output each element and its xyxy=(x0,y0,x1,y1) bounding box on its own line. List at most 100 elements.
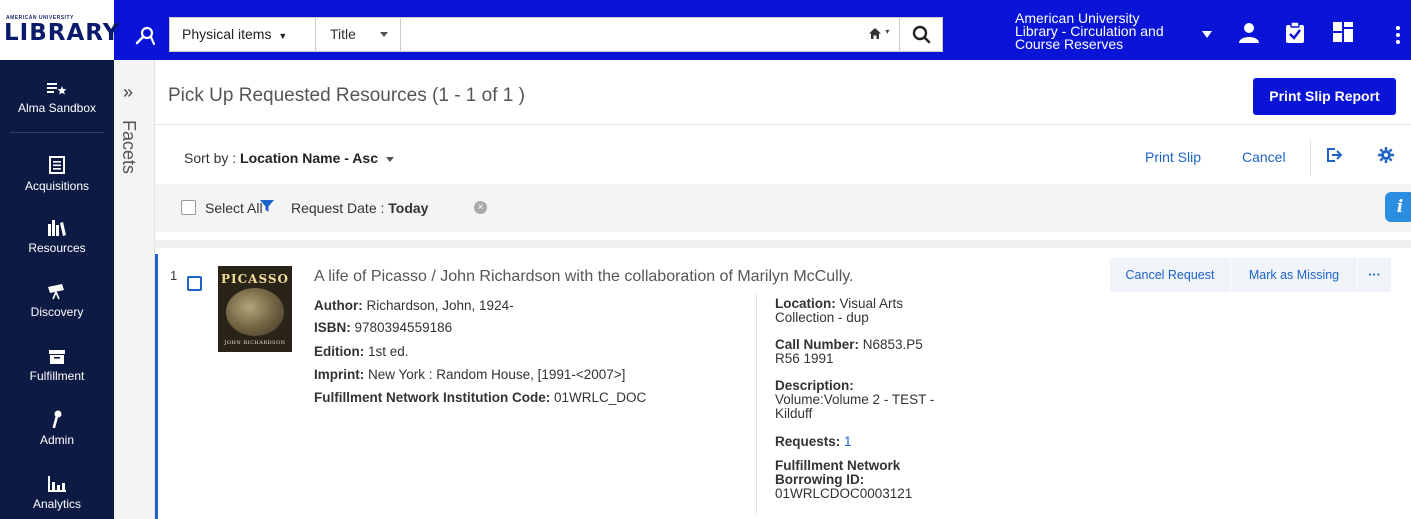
home-scope-button[interactable]: ▾ xyxy=(862,18,898,51)
edition-value: 1st ed. xyxy=(364,344,409,359)
search-button[interactable] xyxy=(899,18,943,51)
book-cover-thumbnail[interactable]: PICASSO JOHN RICHARDSON xyxy=(218,266,292,352)
ledger-icon xyxy=(49,156,65,174)
call-number-label: Call Number: xyxy=(775,337,860,352)
isbn-label: ISBN: xyxy=(314,320,351,335)
more-menu-icon[interactable] xyxy=(1396,26,1400,47)
books-icon xyxy=(48,220,66,236)
cover-title: PICASSO xyxy=(220,272,290,286)
nav-label: Analytics xyxy=(32,497,82,511)
requests-field: Requests: 1 xyxy=(775,435,935,449)
row-index: 1 xyxy=(170,268,178,283)
imprint-label: Imprint: xyxy=(314,367,365,382)
top-bar: AMERICAN UNIVERSITY LIBRARY Physical ite… xyxy=(0,0,1411,60)
borrowing-id-label: Fulfillment Network Borrowing ID: xyxy=(775,458,901,487)
caret-down-icon: ▼ xyxy=(278,31,288,41)
nav-item-analytics[interactable]: Analytics xyxy=(0,476,114,511)
author-label: Author: xyxy=(314,298,363,313)
results-spacer xyxy=(155,240,1411,248)
archive-box-icon xyxy=(49,350,65,364)
nav-item-alma-sandbox[interactable]: Alma Sandbox xyxy=(0,82,114,115)
institution-name[interactable]: American University Library - Circulatio… xyxy=(1015,11,1185,51)
library-logo[interactable]: AMERICAN UNIVERSITY LIBRARY xyxy=(0,0,119,60)
persistent-search-icon[interactable] xyxy=(134,26,156,51)
nav-label: Fulfillment xyxy=(29,369,85,383)
mark-as-missing-button[interactable]: Mark as Missing xyxy=(1231,258,1357,292)
facets-label[interactable]: Facets xyxy=(118,120,139,174)
isbn-value: 9780394559186 xyxy=(350,320,453,335)
info-icon[interactable]: i xyxy=(1385,192,1411,222)
cancel-link[interactable]: Cancel xyxy=(1242,149,1286,165)
location-field: Location: Visual Arts Collection - dup xyxy=(775,297,935,325)
nav-item-fulfillment[interactable]: Fulfillment xyxy=(0,350,114,383)
facets-panel: » Facets xyxy=(114,60,155,519)
nav-divider xyxy=(10,132,104,133)
institution-code-field: Fulfillment Network Institution Code: 01… xyxy=(314,390,646,406)
logo-big-text: LIBRARY xyxy=(4,20,121,46)
imprint-value: New York : Random House, [1991-<2007>] xyxy=(364,367,626,382)
nav-item-admin[interactable]: Admin xyxy=(0,410,114,447)
search-scope-dropdown[interactable]: Physical items ▼ xyxy=(170,18,316,51)
caret-down-icon: ▾ xyxy=(885,27,890,36)
clear-filter-icon[interactable]: × xyxy=(474,201,487,214)
chevron-down-icon[interactable] xyxy=(1202,31,1212,38)
page-title: Pick Up Requested Resources (1 - 1 of 1 … xyxy=(168,85,525,106)
location-label: Location: xyxy=(775,296,836,311)
chevron-down-icon xyxy=(380,32,388,37)
expand-facets-icon[interactable]: » xyxy=(123,82,133,103)
search-field-dropdown[interactable]: Title xyxy=(316,18,401,51)
nav-label: Discovery xyxy=(30,305,84,319)
widgets-grid-icon[interactable] xyxy=(1333,22,1353,47)
nav-label: Resources xyxy=(28,241,86,255)
more-actions-button[interactable]: ··· xyxy=(1358,258,1391,292)
divider xyxy=(155,124,1411,125)
request-date-filter: Request Date : Today xyxy=(291,200,428,216)
home-icon xyxy=(869,28,881,39)
cover-author: JOHN RICHARDSON xyxy=(224,340,286,346)
left-nav: Alma Sandbox Acquisitions Resources Disc… xyxy=(0,60,114,519)
nav-item-discovery[interactable]: Discovery xyxy=(0,284,114,319)
select-all-label[interactable]: Select All xyxy=(205,200,263,216)
search-input[interactable] xyxy=(401,18,861,51)
toolbar-divider xyxy=(1310,140,1311,176)
description-field: Description: Volume:Volume 2 - TEST - Kil… xyxy=(775,379,935,421)
print-slip-link[interactable]: Print Slip xyxy=(1145,149,1201,165)
edition-field: Edition: 1st ed. xyxy=(314,344,409,360)
clipboard-check-icon[interactable] xyxy=(1285,21,1305,49)
search-bar: Physical items ▼ Title ▾ xyxy=(169,17,943,52)
imprint-field: Imprint: New York : Random House, [1991-… xyxy=(314,367,625,383)
isbn-field: ISBN: 9780394559186 xyxy=(314,320,452,336)
user-icon[interactable] xyxy=(1238,22,1260,49)
author-value: Richardson, John, 1924- xyxy=(362,298,514,313)
nav-label: Acquisitions xyxy=(24,179,90,193)
nav-item-acquisitions[interactable]: Acquisitions xyxy=(0,156,114,193)
sort-dropdown[interactable]: Sort by : Location Name - Asc xyxy=(184,150,394,166)
search-field-label: Title xyxy=(330,26,356,42)
select-all-checkbox[interactable] xyxy=(181,200,196,215)
call-number-field: Call Number: N6853.P5 R56 1991 xyxy=(775,338,935,366)
description-value: Volume:Volume 2 - TEST - Kilduff xyxy=(775,392,935,421)
export-icon[interactable] xyxy=(1326,147,1343,168)
borrowing-id-value: 01WRLCDOC0003121 xyxy=(775,486,913,501)
print-slip-report-button[interactable]: Print Slip Report xyxy=(1253,78,1396,115)
chevron-down-icon xyxy=(386,156,394,162)
column-divider xyxy=(756,293,757,515)
row-checkbox[interactable] xyxy=(187,276,202,291)
sort-value: Location Name - Asc xyxy=(240,150,378,166)
settings-gear-icon[interactable] xyxy=(1378,147,1394,168)
item-title[interactable]: A life of Picasso / John Richardson with… xyxy=(314,268,854,286)
description-label: Description: xyxy=(775,378,854,393)
telescope-icon xyxy=(48,284,64,300)
nav-item-resources[interactable]: Resources xyxy=(0,220,114,255)
search-scope-label: Physical items xyxy=(182,26,272,42)
requests-label: Requests: xyxy=(775,434,841,449)
institution-code-label: Fulfillment Network Institution Code: xyxy=(314,390,551,405)
filter-icon[interactable] xyxy=(260,199,274,218)
cancel-request-button[interactable]: Cancel Request xyxy=(1110,258,1230,292)
nav-label: Alma Sandbox xyxy=(17,101,97,115)
institution-code-value: 01WRLC_DOC xyxy=(550,390,647,405)
requests-count-link[interactable]: 1 xyxy=(844,434,852,449)
search-icon xyxy=(912,25,931,44)
nav-label: Admin xyxy=(39,433,74,447)
request-date-value: Today xyxy=(388,200,429,216)
